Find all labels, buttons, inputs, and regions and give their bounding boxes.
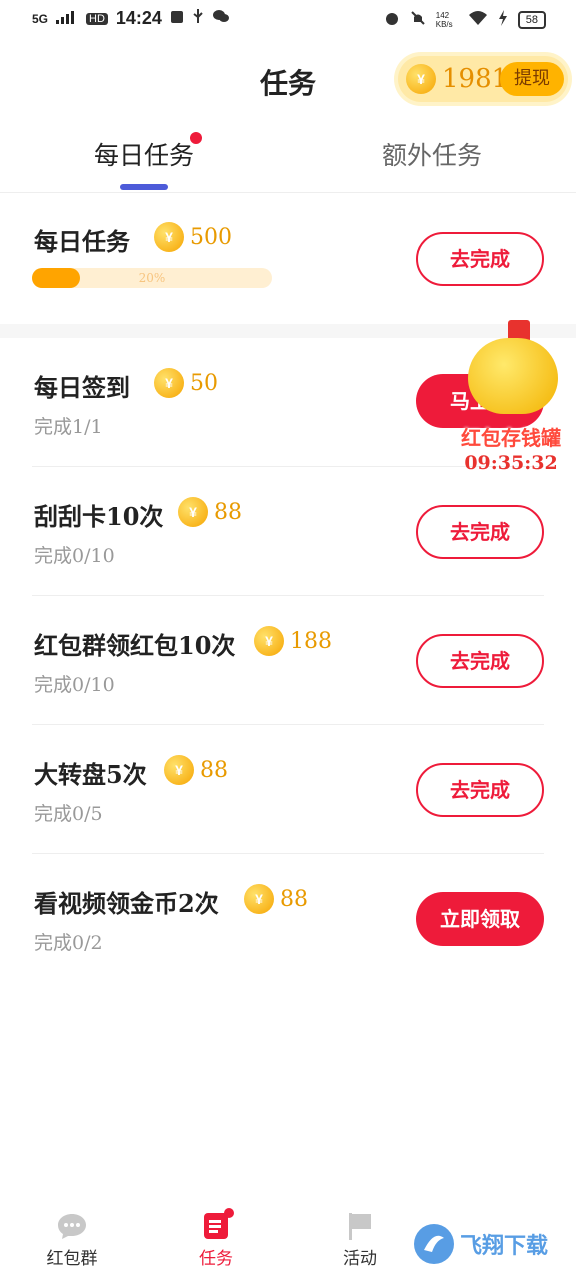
task-title: 每日签到 <box>34 373 130 402</box>
daily-task-card: 每日任务 ¥ 500 20% 去完成 <box>0 194 576 324</box>
usb-icon <box>192 8 204 29</box>
task-title: 红包群领红包10次 <box>34 631 236 660</box>
go-complete-button[interactable]: 去完成 <box>416 505 544 559</box>
coin-icon: ¥ <box>164 755 194 785</box>
task-reward: ¥ 188 <box>254 626 332 656</box>
task-row-watch-video: 看视频领金币2次 ¥ 88 完成0/2 立即领取 <box>0 854 576 983</box>
coin-icon: ¥ <box>406 64 436 94</box>
reward-amount: 88 <box>214 499 242 525</box>
reward-amount: 88 <box>200 757 228 783</box>
task-reward: ¥ 50 <box>154 368 218 398</box>
status-right: 142 KB/s 58 <box>384 10 546 29</box>
nav-item-red-packet-group[interactable]: 红包群 <box>22 1212 122 1269</box>
coin-balance: 1981 <box>442 64 509 94</box>
wechat-icon <box>212 8 230 29</box>
status-bar: 5G HD 14:24 142 KB/s 58 <box>0 0 576 44</box>
active-tab-indicator <box>120 184 168 190</box>
notification-dot <box>224 1208 234 1218</box>
coin-icon: ¥ <box>244 884 274 914</box>
coin-icon: ¥ <box>254 626 284 656</box>
tab-extra-tasks[interactable]: 额外任务 <box>332 136 532 172</box>
task-reward: ¥ 88 <box>244 884 308 914</box>
task-title: 刮刮卡10次 <box>34 502 164 531</box>
go-complete-button[interactable]: 去完成 <box>416 763 544 817</box>
watermark-text: 飞翔下载 <box>460 1233 549 1259</box>
battery-indicator: 58 <box>517 10 546 29</box>
alarm-icon <box>384 10 400 29</box>
nav-label: 任务 <box>199 1249 233 1269</box>
nav-item-tasks[interactable]: 任务 <box>166 1208 266 1269</box>
daily-progress-bar: 20% <box>32 268 272 288</box>
chat-bubble-icon <box>57 1212 87 1240</box>
task-progress: 完成0/10 <box>34 545 115 567</box>
task-reward: ¥ 88 <box>178 497 242 527</box>
task-title: 大转盘5次 <box>34 760 147 789</box>
status-left: 5G HD 14:24 <box>32 8 230 29</box>
app-notification-icon <box>170 8 184 29</box>
reward-amount: 500 <box>190 224 232 250</box>
task-row-scratch-card: 刮刮卡10次 ¥ 88 完成0/10 去完成 <box>0 467 576 596</box>
hd-badge: HD <box>86 12 108 25</box>
task-title: 看视频领金币2次 <box>34 889 219 918</box>
task-progress: 完成1/1 <box>34 416 103 438</box>
reward-amount: 88 <box>280 886 308 912</box>
piggy-bank-icon <box>468 338 558 414</box>
task-reward: ¥ 88 <box>164 755 228 785</box>
task-title: 每日任务 <box>34 227 130 256</box>
charging-icon <box>498 10 508 29</box>
piggy-bank-timer: 09:35:32 <box>464 452 558 474</box>
nav-item-activities[interactable]: 活动 <box>310 1212 410 1269</box>
wifi-icon <box>468 10 488 29</box>
watermark-icon <box>414 1224 454 1264</box>
network-indicator: 5G <box>32 11 49 26</box>
flag-icon <box>345 1212 375 1240</box>
tab-label: 每日任务 <box>93 141 194 170</box>
coin-icon: ¥ <box>178 497 208 527</box>
coin-balance-pill[interactable]: ¥ 1981 提现 <box>398 56 568 102</box>
task-progress: 完成0/2 <box>34 932 103 954</box>
status-time: 14:24 <box>115 8 162 28</box>
task-row-wheel: 大转盘5次 ¥ 88 完成0/5 去完成 <box>0 725 576 854</box>
task-reward: ¥ 500 <box>154 222 232 252</box>
piggy-bank-label: 红包存钱罐 <box>461 426 561 450</box>
task-progress: 完成0/10 <box>34 674 115 696</box>
mute-icon <box>410 10 426 29</box>
network-speed: 142 KB/s <box>435 10 453 29</box>
signal-icon <box>56 8 78 29</box>
nav-label: 活动 <box>343 1249 377 1269</box>
coin-icon: ¥ <box>154 368 184 398</box>
piggy-bank-float-button[interactable]: 红包存钱罐 09:35:32 <box>446 318 576 478</box>
tab-daily-tasks[interactable]: 每日任务 <box>44 136 244 172</box>
reward-amount: 50 <box>190 370 218 396</box>
reward-amount: 188 <box>290 628 332 654</box>
go-complete-button[interactable]: 去完成 <box>416 232 544 286</box>
progress-text: 20% <box>138 271 166 285</box>
tab-label: 额外任务 <box>381 141 482 170</box>
task-progress: 完成0/5 <box>34 803 103 825</box>
coin-icon: ¥ <box>154 222 184 252</box>
go-complete-button[interactable]: 去完成 <box>416 634 544 688</box>
watermark-logo: 飞翔下载 <box>412 1222 568 1274</box>
nav-label: 红包群 <box>46 1249 98 1269</box>
task-row-red-packet-group: 红包群领红包10次 ¥ 188 完成0/10 去完成 <box>0 596 576 725</box>
header: 任务 ¥ 1981 提现 <box>0 44 576 120</box>
claim-immediately-button[interactable]: 立即领取 <box>416 892 544 946</box>
withdraw-button[interactable]: 提现 <box>500 62 564 96</box>
task-tabs: 每日任务 额外任务 <box>0 120 576 193</box>
notification-dot <box>190 132 202 144</box>
